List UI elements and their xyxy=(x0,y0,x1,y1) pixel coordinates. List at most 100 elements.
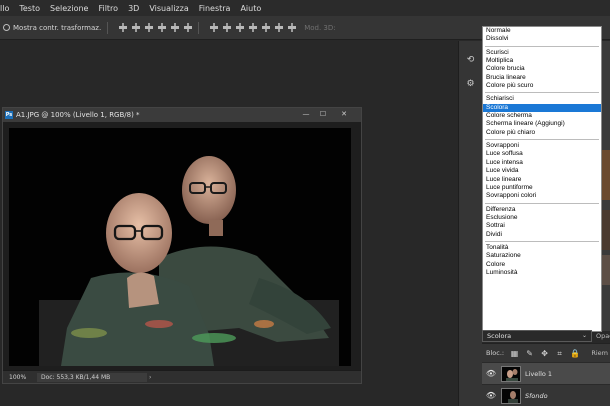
align-left-icon[interactable] xyxy=(158,23,167,32)
lock-artboard-icon[interactable]: ⌗ xyxy=(555,349,564,358)
lock-row: Bloc.: ▦ ✎ ✥ ⌗ 🔒 Riem xyxy=(482,344,610,362)
photoshop-file-icon: Ps xyxy=(5,111,13,119)
blend-option[interactable]: Luce intensa xyxy=(483,159,601,167)
status-menu-arrow[interactable]: › xyxy=(149,374,151,381)
align-hcenter-icon[interactable] xyxy=(171,23,180,32)
blend-option[interactable]: Sovrapponi colori xyxy=(483,192,601,200)
layers-panel: Bloc.: ▦ ✎ ✥ ⌗ 🔒 Riem 👁 Livello 1 👁 Sfon… xyxy=(482,343,610,406)
blend-option[interactable]: Luce lineare xyxy=(483,176,601,184)
menu-help[interactable]: Aiuto xyxy=(240,4,261,13)
auto-align-icon[interactable] xyxy=(288,23,297,32)
blend-option[interactable]: Dissolvi xyxy=(483,35,601,43)
opacity-label: Opac xyxy=(596,332,610,340)
layer-name: Sfondo xyxy=(525,391,548,400)
blend-option[interactable]: Luminosità xyxy=(483,269,601,277)
blend-option[interactable]: Colore scherma xyxy=(483,112,601,120)
chevron-down-icon: ⌄ xyxy=(581,332,587,339)
layer-thumbnail xyxy=(501,365,521,382)
blend-option[interactable]: Normale xyxy=(483,27,601,35)
lock-transparent-pixels-icon[interactable]: ▦ xyxy=(510,349,519,358)
eye-icon[interactable]: 👁 xyxy=(485,369,497,378)
list-divider xyxy=(485,240,599,242)
menu-3d[interactable]: 3D xyxy=(128,4,139,13)
blend-option[interactable]: Moltiplica xyxy=(483,57,601,65)
distribute-top-icon[interactable] xyxy=(210,23,219,32)
show-transform-checkbox[interactable] xyxy=(3,24,10,31)
menu-view[interactable]: Visualizza xyxy=(149,4,188,13)
layer-thumbnail xyxy=(501,387,521,404)
close-button[interactable]: ✕ xyxy=(339,110,349,119)
menu-filter[interactable]: Filtro xyxy=(98,4,118,13)
blend-option[interactable]: Brucia lineare xyxy=(483,74,601,82)
blend-option-selected[interactable]: Scolora xyxy=(483,103,601,113)
layer-name: Livello 1 xyxy=(525,369,553,378)
blend-option[interactable]: Scurisci xyxy=(483,49,601,57)
lock-image-pixels-icon[interactable]: ✎ xyxy=(525,349,534,358)
blend-option[interactable]: Tonalità xyxy=(483,244,601,252)
blend-option[interactable]: Scherma lineare (Aggiungi) xyxy=(483,120,601,128)
align-top-icon[interactable] xyxy=(119,23,128,32)
blend-option[interactable]: Sottrai xyxy=(483,222,601,230)
blend-mode-select[interactable]: Scolora ⌄ xyxy=(482,330,592,342)
options-divider xyxy=(198,21,200,34)
list-divider xyxy=(485,45,599,47)
lock-all-icon[interactable]: 🔒 xyxy=(570,349,580,358)
menu-select[interactable]: Selezione xyxy=(50,4,88,13)
align-right-icon[interactable] xyxy=(184,23,193,32)
blend-option[interactable]: Luce puntiforme xyxy=(483,184,601,192)
distribute-vcenter-icon[interactable] xyxy=(223,23,232,32)
document-title: A1.JPG @ 100% (Livello 1, RGB/8) * xyxy=(16,111,140,119)
menu-bar: llo Testo Selezione Filtro 3D Visualizza… xyxy=(0,0,610,16)
history-icon[interactable]: ⟲ xyxy=(465,55,476,66)
layer-row[interactable]: 👁 Sfondo xyxy=(482,384,610,406)
list-divider xyxy=(485,202,599,204)
blend-option[interactable]: Schiarisci xyxy=(483,95,601,103)
minimize-button[interactable]: — xyxy=(301,110,311,119)
distribute-left-icon[interactable] xyxy=(249,23,258,32)
menu-window[interactable]: Finestra xyxy=(199,4,231,13)
blend-option[interactable]: Esclusione xyxy=(483,214,601,222)
distribute-right-icon[interactable] xyxy=(275,23,284,32)
image-canvas[interactable] xyxy=(9,128,351,366)
maximize-button[interactable]: ☐ xyxy=(318,110,328,119)
blend-mode-dropdown-list: Normale Dissolvi Scurisci Moltiplica Col… xyxy=(482,26,602,332)
show-transform-label: Mostra contr. trasformaz. xyxy=(13,23,102,32)
document-size-info[interactable]: Doc: 553,3 KB/1,44 MB xyxy=(37,372,147,382)
panel-thumbnail xyxy=(602,255,610,285)
blend-option[interactable]: Sovrapponi xyxy=(483,142,601,150)
blend-option[interactable]: Luce soffusa xyxy=(483,150,601,158)
blend-option[interactable]: Colore più chiaro xyxy=(483,129,601,137)
panel-icon-strip: ⟲ ⚙ xyxy=(458,41,482,406)
align-bottom-icon[interactable] xyxy=(145,23,154,32)
blend-option[interactable]: Luce vivida xyxy=(483,167,601,175)
mode-3d-label: Mod. 3D: xyxy=(304,23,336,32)
list-divider xyxy=(485,139,599,141)
blend-option[interactable]: Colore xyxy=(483,261,601,269)
layer-row[interactable]: 👁 Livello 1 xyxy=(482,362,610,384)
blend-option[interactable]: Colore brucia xyxy=(483,65,601,73)
blend-option[interactable]: Differenza xyxy=(483,206,601,214)
menu-text[interactable]: Testo xyxy=(19,4,40,13)
properties-icon[interactable]: ⚙ xyxy=(465,79,476,90)
fill-label: Riem xyxy=(591,349,608,357)
distribute-hcenter-icon[interactable] xyxy=(262,23,271,32)
blend-option[interactable]: Dividi xyxy=(483,231,601,239)
list-divider xyxy=(485,92,599,94)
panel-thumbnail xyxy=(602,150,610,200)
align-vcenter-icon[interactable] xyxy=(132,23,141,32)
blend-option[interactable]: Colore più scuro xyxy=(483,82,601,90)
zoom-level[interactable]: 100% xyxy=(9,374,37,381)
menu-image[interactable]: llo xyxy=(0,4,9,13)
lock-label: Bloc.: xyxy=(486,349,505,357)
eye-icon[interactable]: 👁 xyxy=(485,391,497,400)
options-divider xyxy=(107,21,109,34)
panel-thumbnail xyxy=(602,210,610,250)
document-window: Ps A1.JPG @ 100% (Livello 1, RGB/8) * — … xyxy=(2,107,362,384)
photo-composite xyxy=(9,128,351,366)
distribute-bottom-icon[interactable] xyxy=(236,23,245,32)
lock-position-icon[interactable]: ✥ xyxy=(540,349,549,358)
blend-mode-value: Scolora xyxy=(487,332,512,340)
document-tab[interactable]: Ps A1.JPG @ 100% (Livello 1, RGB/8) * — … xyxy=(3,108,361,122)
blend-option[interactable]: Saturazione xyxy=(483,252,601,260)
status-bar: 100% Doc: 553,3 KB/1,44 MB › xyxy=(3,370,361,383)
